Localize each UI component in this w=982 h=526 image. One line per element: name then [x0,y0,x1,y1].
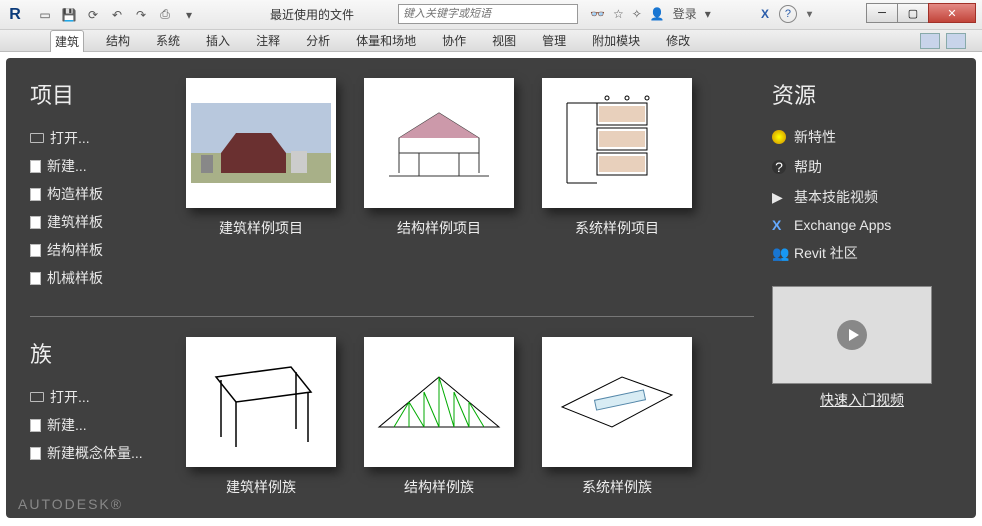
thumb-struct-project[interactable] [364,78,514,208]
link-new-family[interactable]: 新建... [30,411,160,439]
ribbon-extra-button[interactable] [920,33,940,49]
document-icon [30,188,41,201]
tab-modify[interactable]: 修改 [662,30,694,51]
binoculars-icon[interactable]: 👓 [590,7,605,21]
sync-icon[interactable]: ⟳ [84,6,102,24]
tab-structure[interactable]: 结构 [102,30,134,51]
document-icon [30,160,41,173]
thumb-system-family[interactable] [542,337,692,467]
window-controls: ─ ▢ ✕ [867,3,976,23]
thumb-label: 系统样例项目 [542,218,692,238]
minimize-button[interactable]: ─ [866,3,898,23]
x-logo-icon[interactable]: X [761,7,769,21]
thumb-arch-family[interactable] [186,337,336,467]
link-open-project[interactable]: 打开... [30,124,160,152]
save-icon[interactable]: 💾 [60,6,78,24]
thumb-label: 系统样例族 [542,477,692,497]
search-input[interactable] [398,4,578,24]
intro-video-thumb[interactable] [772,286,932,384]
tab-annotate[interactable]: 注释 [252,30,284,51]
maximize-button[interactable]: ▢ [897,3,929,23]
thumb-label: 结构样例族 [364,477,514,497]
user-cluster: 👓 ☆ ✧ 👤 登录 ▾ [590,5,711,22]
share-icon[interactable]: ✧ [632,7,642,21]
star-icon[interactable]: ☆ [613,7,624,21]
user-icon[interactable]: 👤 [650,7,665,21]
folder-icon [30,133,44,143]
thumb-label: 建筑样例族 [186,477,336,497]
revit-logo[interactable]: R [0,0,30,30]
close-button[interactable]: ✕ [928,3,976,23]
family-thumbs: 建筑样例族 结构样例族 系统样例族 [186,337,692,497]
link-new-project[interactable]: 新建... [30,152,160,180]
res-revit-community[interactable]: 👥Revit 社区 [772,238,952,268]
help-icon[interactable]: ? [779,5,797,23]
intro-video-link[interactable]: 快速入门视频 [772,390,952,410]
print-icon[interactable]: ⎙ [156,6,174,24]
res-exchange-apps[interactable]: XExchange Apps [772,212,952,238]
tab-collaborate[interactable]: 协作 [438,30,470,51]
resources-section: 资源 新特性 ?帮助 ▶基本技能视频 XExchange Apps 👥Revit… [772,78,952,498]
tab-manage[interactable]: 管理 [538,30,570,51]
start-panel: 项目 打开... 新建... 构造样板 建筑样板 结构样板 机械样板 建筑样例项… [6,58,976,518]
folder-icon [30,392,44,402]
ribbon-tabs: 建筑 结构 系统 插入 注释 分析 体量和场地 协作 视图 管理 附加模块 修改 [0,30,982,52]
thumb-arch-project[interactable] [186,78,336,208]
star-icon [772,130,786,144]
chevron-down-icon[interactable]: ▾ [807,9,812,20]
redo-icon[interactable]: ↷ [132,6,150,24]
help-cluster: X ? ▾ [761,5,812,23]
res-whats-new[interactable]: 新特性 [772,122,952,152]
thumb-label: 结构样例项目 [364,218,514,238]
res-help[interactable]: ?帮助 [772,152,952,182]
link-arch-template[interactable]: 建筑样板 [30,208,160,236]
x-icon: X [772,217,786,233]
tab-view[interactable]: 视图 [488,30,520,51]
link-new-conceptual-mass[interactable]: 新建概念体量... [30,439,160,467]
projects-title: 项目 [30,78,160,110]
quick-access-toolbar: ▭ 💾 ⟳ ↶ ↷ ⎙ ▾ [30,6,204,24]
document-icon [30,244,41,257]
play-icon: ▶ [772,189,786,206]
thumb-label: 建筑样例项目 [186,218,336,238]
undo-icon[interactable]: ↶ [108,6,126,24]
autodesk-logo: AUTODESK® [18,496,123,512]
link-struct-template[interactable]: 结构样板 [30,236,160,264]
chevron-down-icon[interactable]: ▾ [705,7,711,21]
res-skills-videos[interactable]: ▶基本技能视频 [772,182,952,212]
tab-systems[interactable]: 系统 [152,30,184,51]
document-icon [30,419,41,432]
play-icon [837,320,867,350]
open-icon[interactable]: ▭ [36,6,54,24]
resources-title: 资源 [772,78,952,110]
tab-analyze[interactable]: 分析 [302,30,334,51]
thumb-system-project[interactable] [542,78,692,208]
document-icon [30,447,41,460]
projects-section: 项目 打开... 新建... 构造样板 建筑样板 结构样板 机械样板 [30,78,160,292]
project-thumbs: 建筑样例项目 结构样例项目 系统样例项目 [186,78,692,292]
people-icon: 👥 [772,245,786,262]
document-icon [30,272,41,285]
help-icon: ? [772,160,786,174]
link-construction-template[interactable]: 构造样板 [30,180,160,208]
recent-files-title: 最近使用的文件 [270,6,354,23]
login-button[interactable]: 登录 [673,5,697,22]
document-icon [30,216,41,229]
link-mech-template[interactable]: 机械样板 [30,264,160,292]
families-section: 族 打开... 新建... 新建概念体量... [30,337,160,497]
link-open-family[interactable]: 打开... [30,383,160,411]
tab-insert[interactable]: 插入 [202,30,234,51]
tab-massing[interactable]: 体量和场地 [352,30,420,51]
divider [30,316,754,317]
tab-architecture[interactable]: 建筑 [50,30,84,52]
titlebar: R ▭ 💾 ⟳ ↶ ↷ ⎙ ▾ 最近使用的文件 👓 ☆ ✧ 👤 登录 ▾ X ?… [0,0,982,30]
thumb-struct-family[interactable] [364,337,514,467]
tab-addins[interactable]: 附加模块 [588,30,644,51]
ribbon-extra-button[interactable] [946,33,966,49]
families-title: 族 [30,337,160,369]
dropdown-icon[interactable]: ▾ [180,6,198,24]
